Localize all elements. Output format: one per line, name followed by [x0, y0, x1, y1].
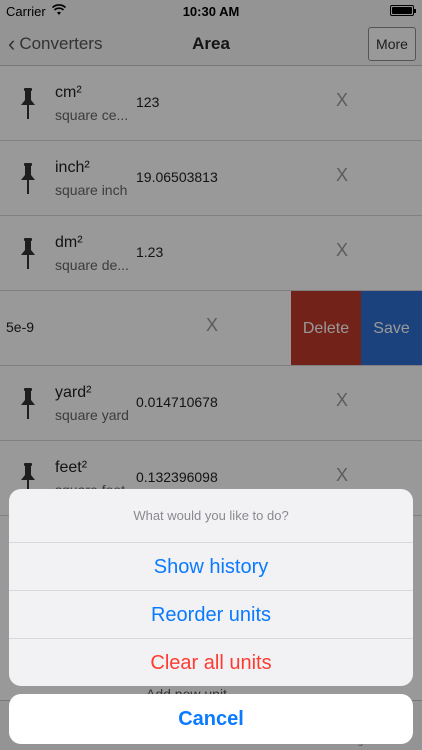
clear-all-units-button[interactable]: Clear all units [9, 639, 413, 686]
action-sheet: What would you like to do? Show history … [9, 489, 413, 686]
show-history-button[interactable]: Show history [9, 543, 413, 591]
action-sheet-prompt: What would you like to do? [9, 489, 413, 543]
reorder-units-button[interactable]: Reorder units [9, 591, 413, 639]
cancel-button[interactable]: Cancel [9, 694, 413, 744]
